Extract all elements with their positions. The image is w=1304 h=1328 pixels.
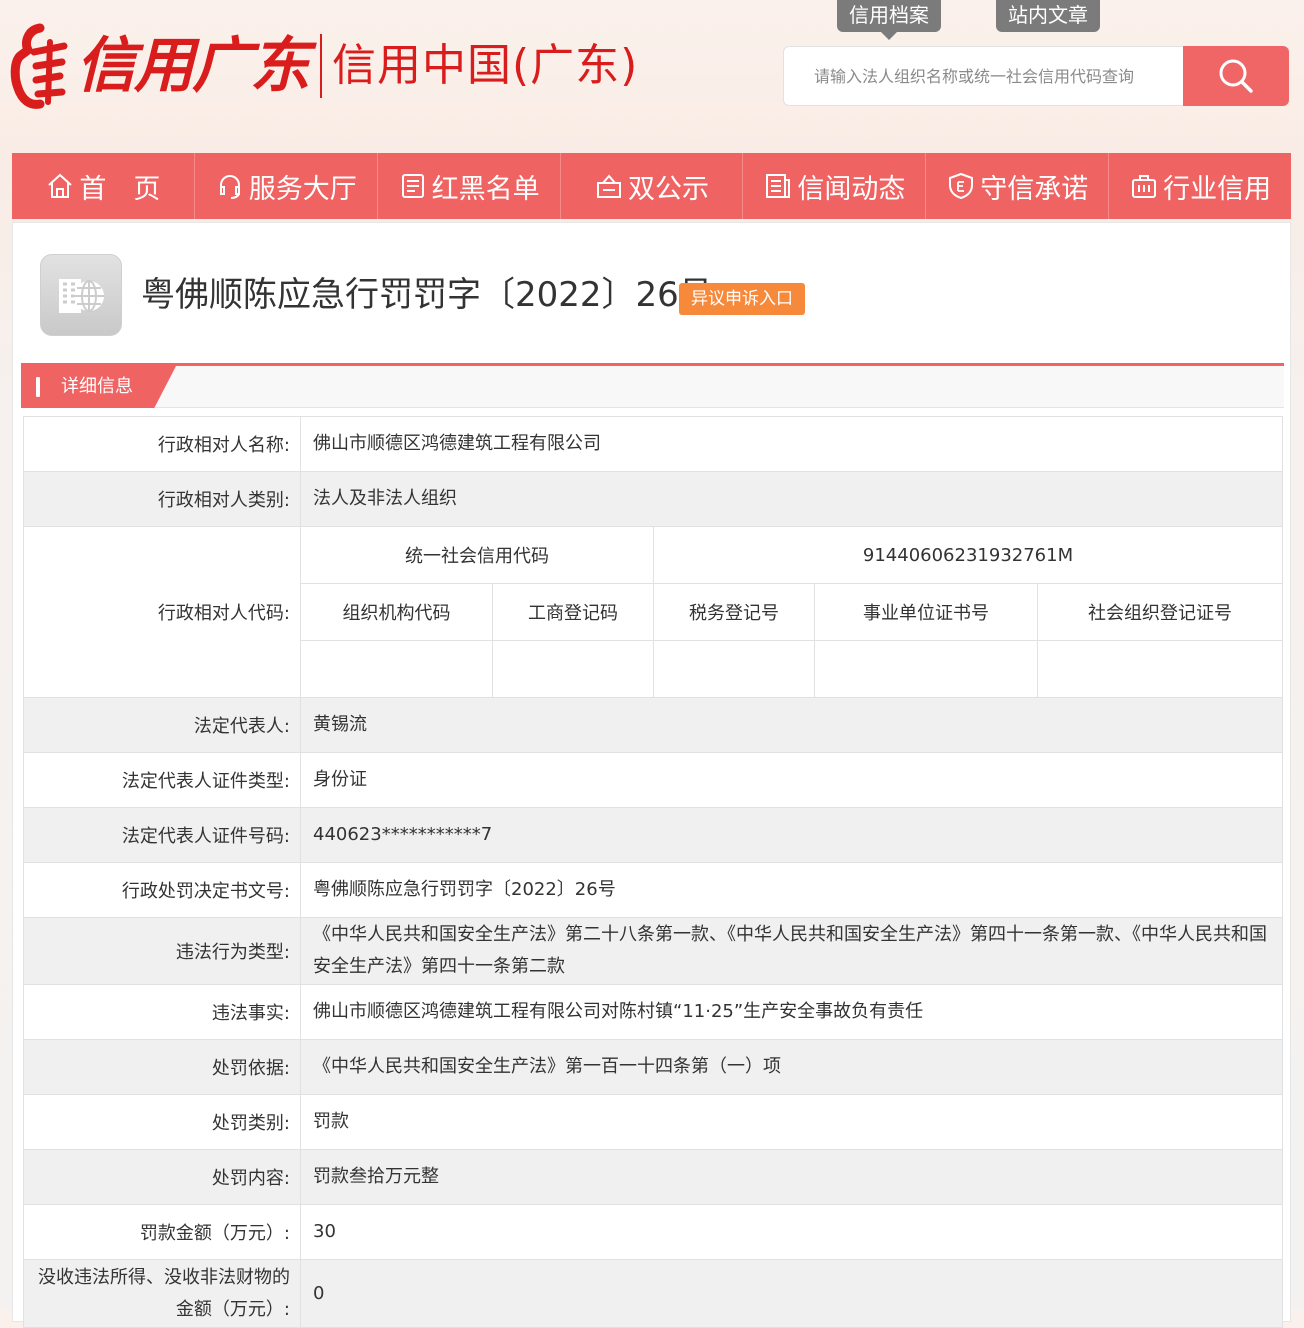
field-value: 30 bbox=[300, 1204, 1283, 1260]
field-label: 违法事实: bbox=[23, 984, 301, 1040]
code-cell: 统一社会信用代码 91440606231932761M 组织机构代码 工商登记码… bbox=[300, 526, 1283, 698]
field-value: 440623***********7 bbox=[300, 807, 1283, 863]
nav-item-industry-credit[interactable]: 行业信用 bbox=[1109, 153, 1291, 219]
detail-card: 粤佛顺陈应急行罚罚字〔2022〕26号 异议申诉入口 详细信息 行政相对人名称:… bbox=[12, 222, 1291, 1328]
field-value: 粤佛顺陈应急行罚罚字〔2022〕26号 bbox=[300, 862, 1283, 918]
main-nav: 首 页 服务大厅 红黑名单 双公示 信闻动态 守信承诺 行业信用 bbox=[12, 153, 1291, 219]
social-org-value bbox=[1038, 641, 1283, 698]
field-value: 法人及非法人组织 bbox=[300, 471, 1283, 527]
field-value: 《中华人民共和国安全生产法》第一百一十四条第（一）项 bbox=[300, 1039, 1283, 1095]
table-row: 法定代表人: 黄锡流 bbox=[23, 697, 1283, 753]
nav-item-news[interactable]: 信闻动态 bbox=[743, 153, 927, 219]
list-icon bbox=[401, 174, 424, 198]
uscc-label: 统一社会信用代码 bbox=[301, 527, 654, 584]
field-label: 法定代表人证件号码: bbox=[23, 807, 301, 863]
table-row: 行政相对人类别: 法人及非法人组织 bbox=[23, 471, 1283, 527]
table-row: 行政相对人名称: 佛山市顺德区鸿德建筑工程有限公司 bbox=[23, 416, 1283, 472]
tax-reg-value bbox=[653, 640, 815, 697]
field-label: 行政相对人类别: bbox=[23, 471, 301, 527]
field-value: 佛山市顺德区鸿德建筑工程有限公司 bbox=[300, 416, 1283, 472]
field-label: 行政相对人代码: bbox=[23, 526, 301, 698]
home-icon bbox=[48, 173, 73, 198]
uscc-value: 91440606231932761M bbox=[653, 527, 1282, 584]
field-label: 行政相对人名称: bbox=[23, 416, 301, 472]
site-header: 信用广东 信用中国(广东) 信用档案 站内文章 bbox=[0, 0, 1304, 150]
section-header: 详细信息 bbox=[21, 363, 1284, 408]
credit-seal-icon bbox=[10, 22, 72, 110]
field-value: 0 bbox=[300, 1259, 1283, 1328]
field-value: 罚款叁拾万元整 bbox=[300, 1149, 1283, 1205]
table-row: 违法行为类型: 《中华人民共和国安全生产法》第二十八条第一款、《中华人民共和国安… bbox=[23, 917, 1283, 985]
tab-site-articles[interactable]: 站内文章 bbox=[996, 0, 1100, 32]
table-row: 处罚依据: 《中华人民共和国安全生产法》第一百一十四条第（一）项 bbox=[23, 1039, 1283, 1095]
news-icon bbox=[766, 174, 791, 198]
logo-text: 信用中国(广东) bbox=[332, 39, 639, 91]
nav-label: 红黑名单 bbox=[431, 173, 540, 205]
field-label: 法定代表人: bbox=[23, 697, 301, 753]
org-code-value bbox=[301, 640, 493, 697]
field-label: 处罚内容: bbox=[23, 1149, 301, 1205]
table-row: 行政相对人代码: 统一社会信用代码 91440606231932761M 组织机… bbox=[23, 526, 1283, 698]
nav-label: 信闻动态 bbox=[797, 173, 906, 205]
nav-item-double-publicity[interactable]: 双公示 bbox=[561, 153, 744, 219]
nav-item-service-hall[interactable]: 服务大厅 bbox=[195, 153, 378, 219]
biz-reg-value bbox=[492, 640, 654, 697]
field-label: 违法行为类型: bbox=[23, 917, 301, 985]
code-subtable: 统一社会信用代码 91440606231932761M 组织机构代码 工商登记码… bbox=[301, 527, 1282, 697]
field-value: 佛山市顺德区鸿德建筑工程有限公司对陈村镇“11·25”生产安全事故负有责任 bbox=[300, 984, 1283, 1040]
table-row: 没收违法所得、没收非法财物的金额（万元）: 0 bbox=[23, 1259, 1283, 1328]
headset-icon bbox=[219, 175, 240, 199]
field-label: 行政处罚决定书文号: bbox=[23, 862, 301, 918]
field-value: 身份证 bbox=[300, 752, 1283, 808]
search-box bbox=[783, 46, 1183, 106]
org-code-label: 组织机构代码 bbox=[301, 583, 493, 641]
inst-cert-label: 事业单位证书号 bbox=[814, 583, 1038, 641]
table-row: 法定代表人证件号码: 440623***********7 bbox=[23, 807, 1283, 863]
nav-label: 双公示 bbox=[628, 173, 709, 205]
nav-label: 服务大厅 bbox=[248, 173, 357, 205]
nav-item-home[interactable]: 首 页 bbox=[12, 153, 195, 219]
table-row: 罚款金额（万元）: 30 bbox=[23, 1204, 1283, 1260]
field-value: 黄锡流 bbox=[300, 697, 1283, 753]
logo-divider bbox=[320, 33, 322, 98]
inst-cert-value bbox=[814, 640, 1038, 697]
field-label: 没收违法所得、没收非法财物的金额（万元）: bbox=[23, 1259, 301, 1328]
search-icon bbox=[1219, 59, 1253, 93]
table-row: 处罚内容: 罚款叁拾万元整 bbox=[23, 1149, 1283, 1205]
field-label: 处罚类别: bbox=[23, 1094, 301, 1150]
search-input[interactable] bbox=[784, 47, 1183, 105]
field-value: 罚款 bbox=[300, 1094, 1283, 1150]
nav-label: 行业信用 bbox=[1163, 173, 1272, 205]
social-org-label: 社会组织登记证号 bbox=[1037, 583, 1282, 641]
nav-item-credit-pledge[interactable]: 守信承诺 bbox=[926, 153, 1110, 219]
briefcase-icon bbox=[1132, 175, 1157, 198]
table-row: 行政处罚决定书文号: 粤佛顺陈应急行罚罚字〔2022〕26号 bbox=[23, 862, 1283, 918]
table-row: 法定代表人证件类型: 身份证 bbox=[23, 752, 1283, 808]
section-title: 详细信息 bbox=[21, 366, 176, 408]
appeal-button[interactable]: 异议申诉入口 bbox=[679, 283, 805, 315]
shield-icon bbox=[949, 172, 974, 200]
biz-reg-label: 工商登记码 bbox=[492, 583, 654, 641]
nav-label: 守信承诺 bbox=[980, 173, 1089, 205]
tax-reg-label: 税务登记号 bbox=[653, 583, 815, 641]
field-label: 罚款金额（万元）: bbox=[23, 1204, 301, 1260]
table-row: 违法事实: 佛山市顺德区鸿德建筑工程有限公司对陈村镇“11·25”生产安全事故负… bbox=[23, 984, 1283, 1040]
logo-script-text: 信用广东 bbox=[76, 30, 310, 101]
page-title: 粤佛顺陈应急行罚罚字〔2022〕26号 bbox=[141, 275, 713, 315]
building-globe-icon bbox=[40, 254, 122, 336]
field-label: 法定代表人证件类型: bbox=[23, 752, 301, 808]
field-value: 《中华人民共和国安全生产法》第二十八条第一款、《中华人民共和国安全生产法》第四十… bbox=[300, 917, 1283, 985]
tab-credit-records[interactable]: 信用档案 bbox=[837, 0, 941, 40]
detail-table: 行政相对人名称: 佛山市顺德区鸿德建筑工程有限公司 行政相对人类别: 法人及非法… bbox=[23, 416, 1283, 1328]
table-row: 处罚类别: 罚款 bbox=[23, 1094, 1283, 1150]
search-button[interactable] bbox=[1183, 46, 1289, 106]
field-label: 处罚依据: bbox=[23, 1039, 301, 1095]
nav-label: 首 页 bbox=[79, 173, 161, 205]
announce-icon bbox=[597, 174, 621, 198]
nav-item-red-black-list[interactable]: 红黑名单 bbox=[378, 153, 561, 219]
site-logo[interactable]: 信用广东 信用中国(广东) bbox=[10, 18, 638, 113]
